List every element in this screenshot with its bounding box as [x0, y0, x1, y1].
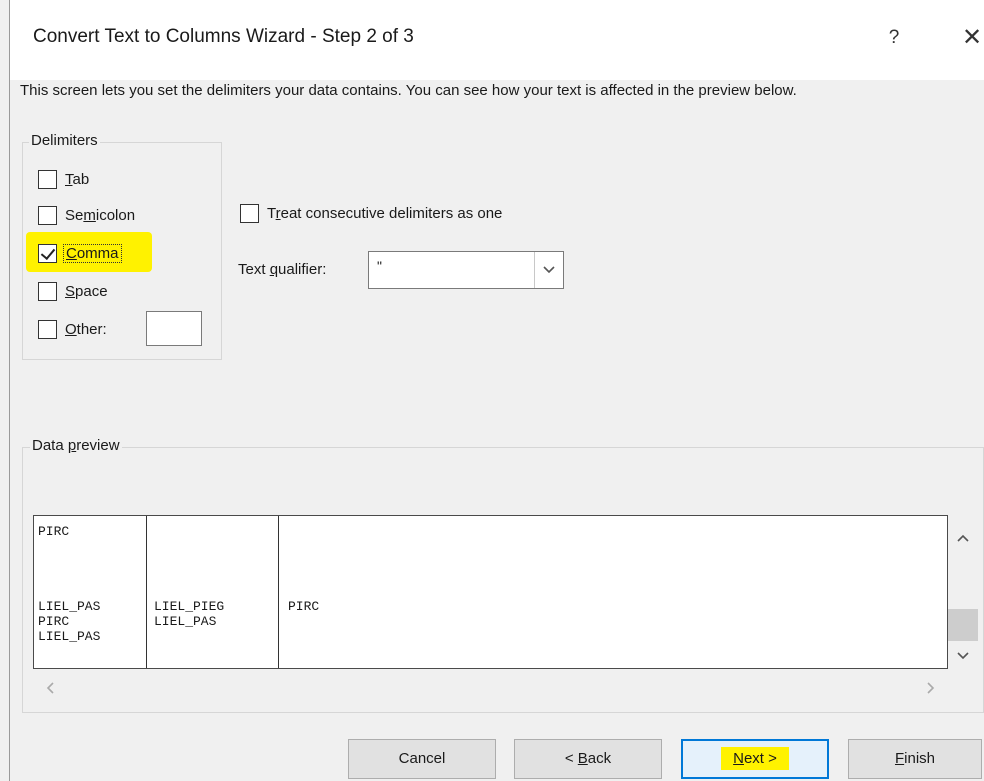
- cancel-button[interactable]: Cancel: [348, 739, 496, 779]
- chevron-down-icon[interactable]: [534, 252, 563, 288]
- next-button[interactable]: Next >: [681, 739, 829, 779]
- column-separator[interactable]: [278, 516, 279, 668]
- preview-column-2: LIEL_PIEG LIEL_PAS: [154, 599, 225, 629]
- horizontal-scrollbar[interactable]: [33, 669, 948, 707]
- data-preview-legend: Data preview: [30, 437, 122, 454]
- next-label: Next >: [721, 747, 789, 770]
- title-bar: Convert Text to Columns Wizard - Step 2 …: [10, 0, 984, 80]
- dialog-left-edge: [9, 0, 10, 781]
- dialog-title: Convert Text to Columns Wizard - Step 2 …: [33, 26, 414, 47]
- intro-text: This screen lets you set the delimiters …: [20, 82, 797, 99]
- vertical-scrollbar[interactable]: [948, 515, 978, 669]
- tab-checkbox[interactable]: [38, 169, 57, 189]
- consecutive-checkbox[interactable]: [240, 203, 259, 223]
- preview-column-1: PIRC LIEL_PAS PIRC LIEL_PAS: [38, 524, 101, 644]
- semicolon-checkbox[interactable]: [38, 205, 57, 225]
- preview-column-3: PIRC: [288, 599, 320, 614]
- text-qualifier-label: Text qualifier:: [238, 261, 327, 278]
- consecutive-label: Treat consecutive delimiters as one: [267, 204, 503, 222]
- column-separator[interactable]: [146, 516, 147, 668]
- comma-checkbox-row[interactable]: Comma: [38, 242, 122, 264]
- other-checkbox[interactable]: [38, 319, 57, 339]
- tab-label: Tab: [65, 170, 90, 188]
- semicolon-checkbox-row[interactable]: Semicolon: [38, 204, 135, 226]
- space-checkbox[interactable]: [38, 281, 57, 301]
- tab-checkbox-row[interactable]: Tab: [38, 168, 89, 190]
- other-label: Other:: [65, 320, 107, 338]
- chevron-down-icon[interactable]: [956, 651, 970, 661]
- chevron-right-icon[interactable]: [926, 681, 936, 695]
- consecutive-checkbox-row[interactable]: Treat consecutive delimiters as one: [240, 202, 502, 224]
- close-button[interactable]: ✕: [952, 20, 984, 56]
- finish-button[interactable]: Finish: [848, 739, 982, 779]
- other-checkbox-row[interactable]: Other:: [38, 318, 107, 340]
- chevron-left-icon[interactable]: [45, 681, 55, 695]
- space-checkbox-row[interactable]: Space: [38, 280, 108, 302]
- other-delimiter-input[interactable]: [146, 311, 202, 346]
- delimiters-legend: Delimiters: [29, 132, 100, 149]
- text-qualifier-value: ": [377, 258, 382, 274]
- comma-label: Comma: [63, 243, 122, 263]
- back-button[interactable]: < Back: [514, 739, 662, 779]
- chevron-up-icon[interactable]: [956, 533, 970, 543]
- data-preview-grid[interactable]: PIRC LIEL_PAS PIRC LIEL_PAS LIEL_PIEG LI…: [33, 515, 948, 669]
- comma-checkbox[interactable]: [38, 243, 57, 263]
- space-label: Space: [65, 282, 108, 300]
- vertical-scroll-thumb[interactable]: [948, 609, 978, 641]
- help-button[interactable]: ?: [878, 20, 910, 56]
- semicolon-label: Semicolon: [65, 206, 136, 224]
- text-qualifier-dropdown[interactable]: ": [368, 251, 564, 289]
